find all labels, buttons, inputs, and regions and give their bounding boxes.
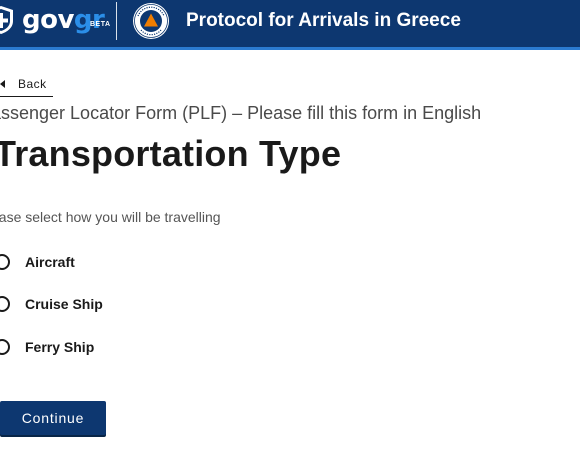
- continue-button[interactable]: Continue: [0, 401, 106, 435]
- back-link[interactable]: Back: [0, 72, 53, 97]
- question-hint: ease select how you will be travelling: [0, 209, 221, 225]
- option-label: Aircraft: [25, 254, 75, 270]
- form-subtitle: assenger Locator Form (PLF) – Please fil…: [0, 103, 482, 123]
- option-ferry-ship[interactable]: Ferry Ship: [0, 337, 94, 357]
- logo-gr: gr: [73, 5, 105, 35]
- beta-badge: BETA: [90, 21, 111, 28]
- option-label: Ferry Ship: [25, 339, 95, 355]
- civil-protection-logo-icon: [133, 3, 169, 39]
- greek-emblem-icon: [0, 6, 13, 34]
- caret-left-icon: [0, 80, 5, 88]
- radio-icon[interactable]: [0, 254, 10, 270]
- header-divider: [116, 2, 117, 40]
- back-label: Back: [18, 77, 47, 91]
- logo-gov: gov: [22, 5, 74, 35]
- header-title: Protocol for Arrivals in Greece: [186, 10, 461, 31]
- page-title: Transportation Type: [0, 133, 342, 174]
- radio-icon[interactable]: [0, 339, 10, 355]
- option-label: Cruise Ship: [25, 296, 103, 312]
- radio-icon[interactable]: [0, 296, 10, 312]
- govgr-logo[interactable]: govgr: [22, 4, 105, 36]
- site-header: govgr BETA Protocol for Arrivals in Gree…: [0, 0, 580, 50]
- option-aircraft[interactable]: Aircraft: [0, 252, 75, 272]
- option-cruise-ship[interactable]: Cruise Ship: [0, 294, 103, 314]
